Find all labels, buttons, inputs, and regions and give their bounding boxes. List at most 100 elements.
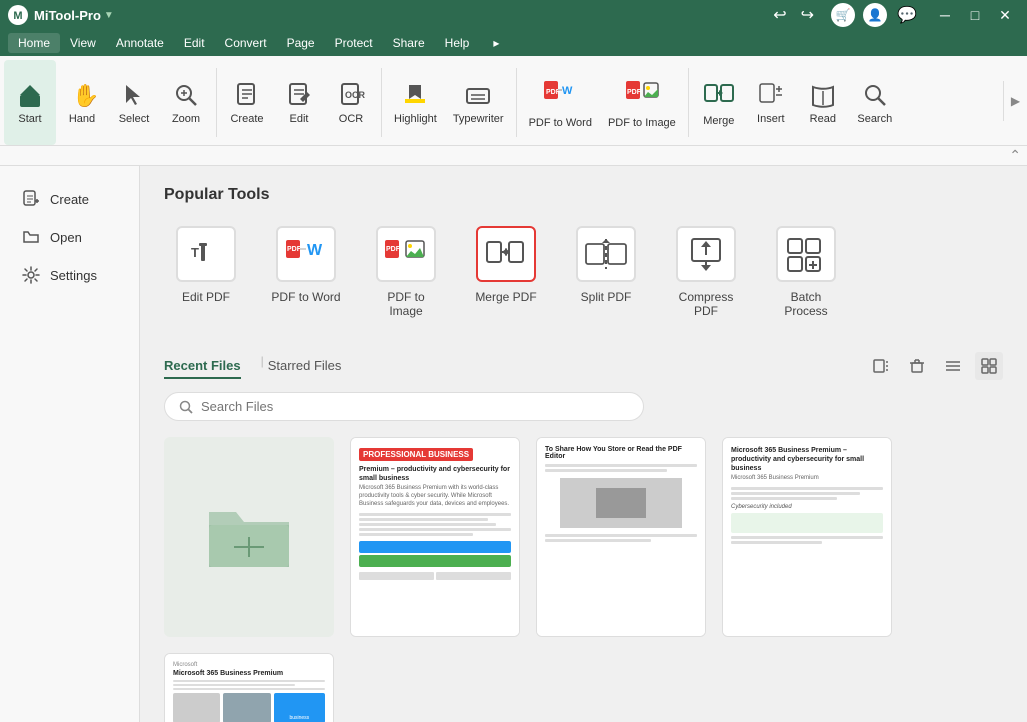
- app-dropdown[interactable]: ▼: [104, 10, 114, 21]
- tool-pdf-to-image[interactable]: PDF PDF to Image: [364, 220, 448, 324]
- menu-more[interactable]: ▸: [483, 33, 509, 53]
- toolbar-scroll-right[interactable]: ▶: [1003, 81, 1027, 121]
- menu-annotate[interactable]: Annotate: [106, 33, 174, 53]
- toolbar-highlight[interactable]: Highlight: [386, 60, 445, 145]
- tool-pdf-to-word[interactable]: PDF W PDF to Word: [264, 220, 348, 324]
- settings-sidebar-icon: [22, 266, 40, 284]
- toolbar-insert[interactable]: Insert: [745, 60, 797, 145]
- toolbar-search[interactable]: Search: [849, 60, 901, 145]
- toolbar-create[interactable]: Create: [221, 60, 273, 145]
- batch-process-label: Batch Process: [770, 290, 842, 318]
- file-view-icon: [873, 358, 889, 374]
- grid-view-button[interactable]: [975, 352, 1003, 380]
- separator4: [688, 68, 689, 137]
- title-bar: M MiTool-Pro ▼ ↩ ↪ 🛒 👤 💬 ─ □ ✕: [0, 0, 1027, 30]
- toolbar-typewriter[interactable]: Typewriter: [445, 60, 512, 145]
- zoom-icon: [172, 81, 200, 109]
- compress-pdf-svg: [684, 235, 728, 273]
- file-view-button[interactable]: [867, 352, 895, 380]
- list-view-button[interactable]: [939, 352, 967, 380]
- toolbar-edit[interactable]: Edit: [273, 60, 325, 145]
- svg-text:OCR: OCR: [345, 90, 365, 100]
- close-button[interactable]: ✕: [991, 5, 1019, 25]
- sidebar-item-settings[interactable]: Settings: [6, 258, 133, 292]
- edit-pdf-icon-box: T: [176, 226, 236, 282]
- file-cards: PROFESSIONAL BUSINESS Premium – producti…: [164, 437, 1003, 722]
- sidebar-item-open[interactable]: Open: [6, 220, 133, 254]
- main-area: Create Open Settings Popular Tools: [0, 166, 1027, 722]
- pdf-to-image-icon: PDF: [624, 77, 660, 113]
- trash-icon: [909, 358, 925, 374]
- pdf-to-word-label: PDF to Word: [271, 290, 340, 304]
- tab-recent-files[interactable]: Recent Files: [164, 354, 241, 379]
- toolbar-zoom[interactable]: Zoom: [160, 60, 212, 145]
- file-card-2[interactable]: To Share How You Store or Read the PDF E…: [536, 437, 706, 637]
- pdf-to-image-icon-box: PDF: [376, 226, 436, 282]
- collapse-button[interactable]: ⌃: [1009, 147, 1021, 164]
- tool-split-pdf[interactable]: Split PDF: [564, 220, 648, 324]
- menu-page[interactable]: Page: [277, 33, 325, 53]
- batch-process-svg: [784, 235, 828, 273]
- toolbar-merge[interactable]: Merge: [693, 60, 745, 145]
- toolbar-ocr[interactable]: OCR OCR: [325, 60, 377, 145]
- menu-share[interactable]: Share: [383, 33, 435, 53]
- menu-edit[interactable]: Edit: [174, 33, 215, 53]
- toolbar-pdf-to-image[interactable]: PDF PDF to Image: [600, 60, 684, 145]
- delete-button[interactable]: [903, 352, 931, 380]
- minimize-button[interactable]: ─: [931, 5, 959, 25]
- menu-home[interactable]: Home: [8, 33, 60, 53]
- svg-text:M: M: [13, 10, 22, 22]
- merge-pdf-icon-box: [476, 226, 536, 282]
- toolbar-pdf-to-word[interactable]: PDF W PDF to Word: [521, 60, 600, 145]
- cart-button[interactable]: 🛒: [831, 3, 855, 27]
- file-card-empty[interactable]: [164, 437, 334, 637]
- view-controls: [867, 352, 1003, 380]
- redo-button[interactable]: ↪: [796, 3, 819, 27]
- tools-grid: T Edit PDF PDF W: [164, 220, 1003, 324]
- separator3: [516, 68, 517, 137]
- recent-tabs: Recent Files | Starred Files: [164, 354, 357, 379]
- svg-text:T: T: [191, 245, 199, 260]
- menu-protect[interactable]: Protect: [325, 33, 383, 53]
- toolbar-hand[interactable]: ✋ Hand: [56, 60, 108, 145]
- grid-view-icon: [981, 358, 997, 374]
- menu-view[interactable]: View: [60, 33, 106, 53]
- undo-button[interactable]: ↩: [768, 3, 791, 27]
- search-input[interactable]: [201, 399, 629, 414]
- maximize-button[interactable]: □: [961, 5, 989, 25]
- tool-compress-pdf[interactable]: Compress PDF: [664, 220, 748, 324]
- list-view-icon: [945, 358, 961, 374]
- tool-merge-pdf[interactable]: Merge PDF: [464, 220, 548, 324]
- folder-icon: [204, 497, 294, 577]
- content-area: Popular Tools T Edit PDF: [140, 166, 1027, 722]
- highlight-icon: [401, 81, 429, 109]
- pdf-to-image-svg: PDF: [384, 235, 428, 273]
- menu-help[interactable]: Help: [435, 33, 480, 53]
- pdf-to-word-icon-box: PDF W: [276, 226, 336, 282]
- toolbar: Start ✋ Hand Select Zoom Create: [0, 56, 1027, 146]
- edit-icon: [285, 81, 313, 109]
- file-card-1[interactable]: PROFESSIONAL BUSINESS Premium – producti…: [350, 437, 520, 637]
- tool-edit-pdf[interactable]: T Edit PDF: [164, 220, 248, 324]
- merge-pdf-label: Merge PDF: [475, 290, 536, 304]
- menu-convert[interactable]: Convert: [215, 33, 277, 53]
- popular-tools-section: Popular Tools T Edit PDF: [164, 186, 1003, 324]
- svg-text:W: W: [562, 85, 573, 97]
- compress-pdf-label: Compress PDF: [670, 290, 742, 318]
- account-button[interactable]: 👤: [863, 3, 887, 27]
- separator1: [216, 68, 217, 137]
- toolbar-read[interactable]: Read: [797, 60, 849, 145]
- sidebar-item-create[interactable]: Create: [6, 182, 133, 216]
- tab-starred-files[interactable]: Starred Files: [268, 354, 342, 379]
- chat-button[interactable]: 💬: [895, 3, 919, 27]
- toolbar-start[interactable]: Start: [4, 60, 56, 145]
- tool-batch-process[interactable]: Batch Process: [764, 220, 848, 324]
- file-card-4[interactable]: Microsoft Microsoft 365 Business Premium…: [164, 653, 334, 722]
- merge-icon: [703, 79, 735, 111]
- toolbar-select[interactable]: Select: [108, 60, 160, 145]
- search-box-icon: [179, 400, 193, 414]
- start-icon: [16, 81, 44, 109]
- split-pdf-icon-box: [576, 226, 636, 282]
- file-card-3[interactable]: Microsoft 365 Business Premium – product…: [722, 437, 892, 637]
- menu-bar: Home View Annotate Edit Convert Page Pro…: [0, 30, 1027, 56]
